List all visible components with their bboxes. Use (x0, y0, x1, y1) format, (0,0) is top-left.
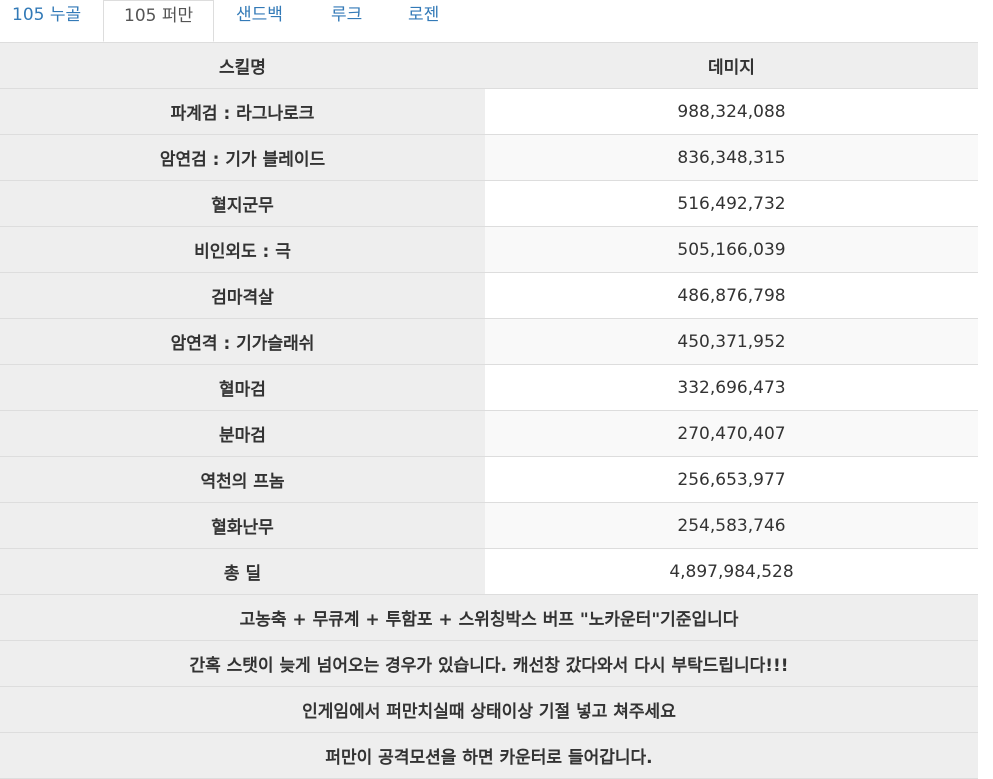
note-text: 간혹 스탯이 늦게 넘어오는 경우가 있습니다. 캐선창 갔다와서 다시 부탁드… (0, 640, 978, 687)
tab-luke[interactable]: 루크 (331, 0, 362, 42)
skill-name: 암연검 : 기가 블레이드 (0, 134, 485, 181)
tab-sandbag[interactable]: 샌드백 (236, 0, 283, 42)
table-row: 혈지군무 516,492,732 (0, 180, 978, 227)
table-row: 암연검 : 기가 블레이드 836,348,315 (0, 134, 978, 181)
total-damage: 4,897,984,528 (485, 548, 978, 595)
skill-name: 혈지군무 (0, 180, 485, 227)
table-row: 암연격 : 기가슬래쉬 450,371,952 (0, 318, 978, 365)
table-row: 분마검 270,470,407 (0, 410, 978, 457)
table-row: 검마격살 486,876,798 (0, 272, 978, 319)
skill-damage: 270,470,407 (485, 410, 978, 457)
skill-damage: 332,696,473 (485, 364, 978, 411)
table-row: 비인외도 : 극 505,166,039 (0, 226, 978, 273)
table-row: 역천의 프놈 256,653,977 (0, 456, 978, 503)
damage-table: 스킬명 데미지 파계검 : 라그나로크 988,324,088 암연검 : 기가… (0, 43, 978, 779)
skill-name: 분마검 (0, 410, 485, 457)
tab-105-nugol[interactable]: 105 누골 (12, 0, 81, 42)
tab-bar: 105 누골 105 퍼만 샌드백 루크 로젠 (0, 0, 993, 43)
skill-name: 혈마검 (0, 364, 485, 411)
header-skill-name: 스킬명 (0, 43, 485, 89)
skill-damage: 516,492,732 (485, 180, 978, 227)
note-row: 간혹 스탯이 늦게 넘어오는 경우가 있습니다. 캐선창 갔다와서 다시 부탁드… (0, 640, 978, 687)
skill-damage: 486,876,798 (485, 272, 978, 319)
tab-rosen[interactable]: 로젠 (408, 0, 439, 42)
note-text: 고농축 + 무큐계 + 투함포 + 스위칭박스 버프 "노카운터"기준입니다 (0, 594, 978, 641)
note-text: 인게임에서 퍼만치실때 상태이상 기절 넣고 쳐주세요 (0, 686, 978, 733)
tab-105-perman[interactable]: 105 퍼만 (103, 0, 215, 42)
skill-name: 비인외도 : 극 (0, 226, 485, 273)
skill-name: 검마격살 (0, 272, 485, 319)
skill-name: 혈화난무 (0, 502, 485, 549)
note-row: 고농축 + 무큐계 + 투함포 + 스위칭박스 버프 "노카운터"기준입니다 (0, 594, 978, 641)
skill-name: 암연격 : 기가슬래쉬 (0, 318, 485, 365)
skill-damage: 254,583,746 (485, 502, 978, 549)
table-row: 파계검 : 라그나로크 988,324,088 (0, 88, 978, 135)
note-row: 퍼만이 공격모션을 하면 카운터로 들어갑니다. (0, 732, 978, 779)
skill-damage: 450,371,952 (485, 318, 978, 365)
table-header-row: 스킬명 데미지 (0, 43, 978, 89)
table-row: 혈마검 332,696,473 (0, 364, 978, 411)
note-row: 인게임에서 퍼만치실때 상태이상 기절 넣고 쳐주세요 (0, 686, 978, 733)
header-damage: 데미지 (485, 43, 978, 89)
skill-name: 역천의 프놈 (0, 456, 485, 503)
total-label: 총 딜 (0, 548, 485, 595)
skill-name: 파계검 : 라그나로크 (0, 88, 485, 135)
skill-damage: 836,348,315 (485, 134, 978, 181)
total-row: 총 딜 4,897,984,528 (0, 548, 978, 595)
skill-damage: 256,653,977 (485, 456, 978, 503)
skill-damage: 505,166,039 (485, 226, 978, 273)
note-text: 퍼만이 공격모션을 하면 카운터로 들어갑니다. (0, 732, 978, 779)
skill-damage: 988,324,088 (485, 88, 978, 135)
table-row: 혈화난무 254,583,746 (0, 502, 978, 549)
